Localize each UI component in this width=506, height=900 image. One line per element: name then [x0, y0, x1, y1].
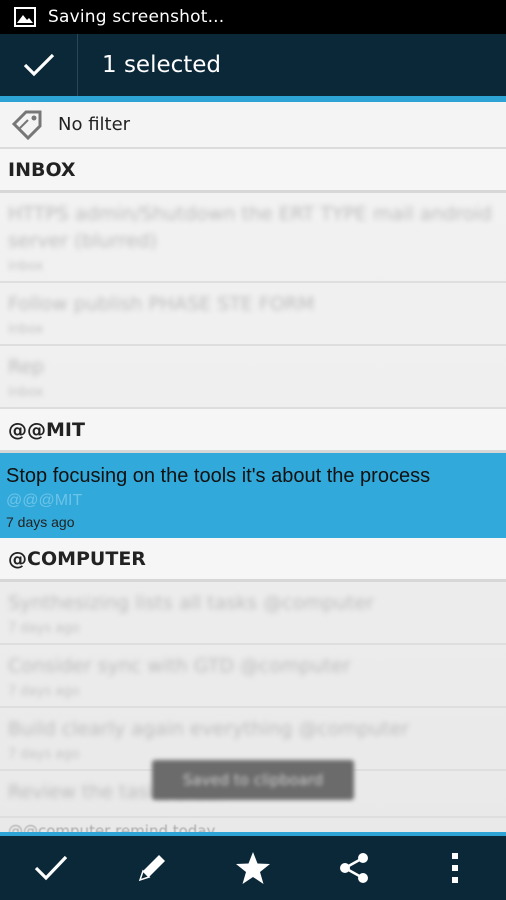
- check-icon: [34, 855, 67, 881]
- share-button[interactable]: [314, 838, 394, 898]
- partial-task-text: @@computer remind today: [8, 822, 216, 832]
- task-context: @@@MIT: [6, 492, 83, 509]
- selection-count-title: 1 selected: [102, 52, 222, 78]
- section-header-computer: @COMPUTER: [0, 538, 506, 582]
- selected-task[interactable]: Stop focusing on the tools it's about th…: [0, 453, 506, 538]
- overflow-menu-button[interactable]: [415, 838, 495, 898]
- filter-row[interactable]: No filter: [0, 102, 506, 149]
- task-title: Consider sync with GTD @computer: [8, 655, 351, 677]
- task-subtitle: 7 days ago: [8, 684, 80, 699]
- task-title: Synthesizing lists all tasks @computer: [8, 592, 374, 614]
- status-text: Saving screenshot...: [48, 7, 225, 27]
- done-button[interactable]: [0, 34, 78, 96]
- action-bar: 1 selected: [0, 34, 506, 102]
- check-icon: [23, 53, 54, 77]
- task-time: 7 days ago: [6, 514, 75, 530]
- toast-message: Saved to clipboard: [152, 760, 354, 800]
- star-button[interactable]: [213, 838, 293, 898]
- task-title: HTTPS admin/Shutdown the ERT TYPE mail a…: [8, 203, 492, 252]
- status-bar: Saving screenshot...: [0, 0, 506, 34]
- list-item[interactable]: Follow publish PHASE STE FORM inbox: [0, 283, 506, 346]
- bottom-action-bar: [0, 832, 506, 900]
- pencil-icon: [138, 855, 165, 882]
- image-icon: [14, 7, 36, 27]
- task-subtitle: inbox: [8, 259, 44, 274]
- list-item[interactable]: HTTPS admin/Shutdown the ERT TYPE mail a…: [0, 193, 506, 283]
- filter-label: No filter: [58, 114, 131, 135]
- more-vertical-icon: [452, 853, 459, 883]
- share-icon: [340, 853, 369, 883]
- tag-icon: [11, 110, 42, 140]
- star-icon: [235, 852, 270, 884]
- list-item[interactable]: Rep inbox: [0, 346, 506, 409]
- list-item[interactable]: Consider sync with GTD @computer 7 days …: [0, 645, 506, 708]
- list-item[interactable]: Synthesizing lists all tasks @computer 7…: [0, 582, 506, 645]
- task-subtitle: inbox: [8, 385, 44, 400]
- task-title: Stop focusing on the tools it's about th…: [6, 465, 431, 487]
- complete-button[interactable]: [11, 838, 91, 898]
- task-subtitle: inbox: [8, 322, 44, 337]
- task-subtitle: 7 days ago: [8, 621, 80, 636]
- task-title: Rep: [8, 356, 45, 378]
- task-title: Build clearly again everything @computer: [8, 718, 410, 740]
- edit-button[interactable]: [112, 838, 192, 898]
- section-header-mit: @@MIT: [0, 409, 506, 453]
- task-list[interactable]: No filter INBOX HTTPS admin/Shutdown the…: [0, 102, 506, 832]
- section-header-inbox: INBOX: [0, 149, 506, 193]
- task-title: Follow publish PHASE STE FORM: [8, 293, 315, 315]
